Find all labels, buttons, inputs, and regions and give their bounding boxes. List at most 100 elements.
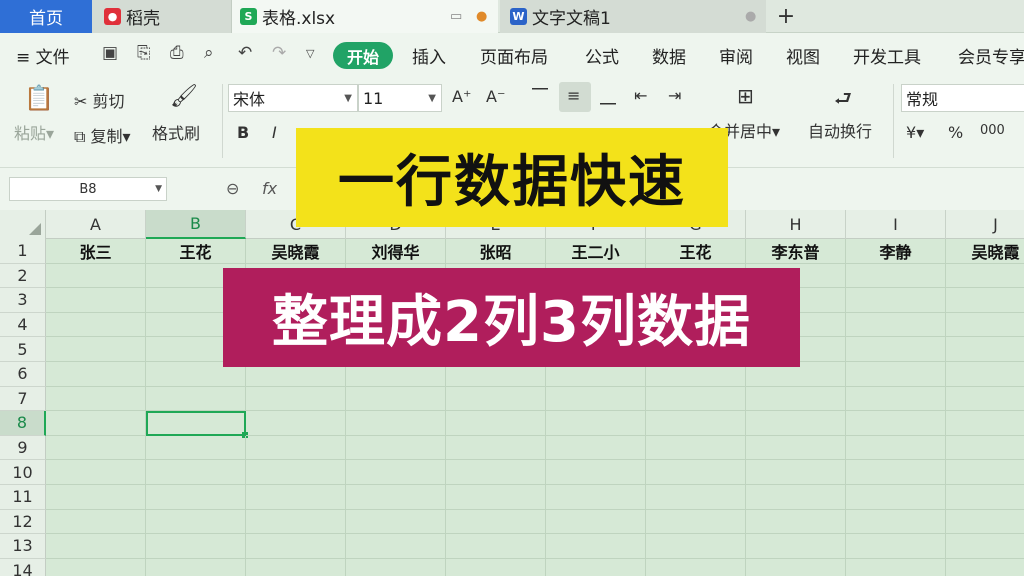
cell[interactable] bbox=[946, 264, 1024, 289]
indent-decrease-icon[interactable]: ⇤ bbox=[634, 86, 647, 105]
cell[interactable] bbox=[446, 509, 546, 535]
row-header-7[interactable]: 7 bbox=[0, 386, 46, 412]
cell[interactable] bbox=[446, 386, 546, 412]
cell[interactable] bbox=[46, 534, 146, 559]
row-header-6[interactable]: 6 bbox=[0, 362, 46, 387]
format-painter-button[interactable]: 格式刷 bbox=[152, 120, 200, 144]
cell[interactable] bbox=[946, 411, 1024, 436]
thousands-icon[interactable]: 000 bbox=[980, 123, 1005, 138]
percent-button[interactable]: % bbox=[948, 123, 963, 142]
cell[interactable] bbox=[746, 558, 846, 576]
cell[interactable] bbox=[646, 558, 746, 576]
menu-developer[interactable]: 开发工具 bbox=[853, 43, 921, 68]
cell[interactable] bbox=[846, 534, 946, 559]
redo-icon[interactable]: ↷ bbox=[272, 43, 286, 63]
number-format-select[interactable]: 常规 bbox=[901, 84, 1024, 112]
menu-insert[interactable]: 插入 bbox=[412, 43, 446, 68]
column-header-j[interactable]: J bbox=[946, 210, 1024, 239]
cell[interactable] bbox=[46, 312, 146, 338]
cell[interactable] bbox=[446, 534, 546, 559]
row-header-10[interactable]: 10 bbox=[0, 460, 46, 485]
more-icon[interactable]: ▽ bbox=[306, 47, 314, 60]
cell[interactable] bbox=[546, 411, 646, 436]
cell[interactable] bbox=[246, 509, 346, 535]
cell[interactable] bbox=[146, 460, 246, 485]
row-header-13[interactable]: 13 bbox=[0, 534, 46, 559]
cell[interactable] bbox=[246, 485, 346, 510]
cell[interactable] bbox=[346, 509, 446, 535]
tab-home[interactable]: 首页 bbox=[0, 0, 92, 33]
currency-button[interactable]: ¥▾ bbox=[906, 123, 924, 142]
row-header-2[interactable]: 2 bbox=[0, 263, 46, 289]
cell[interactable] bbox=[246, 386, 346, 412]
cell[interactable] bbox=[546, 435, 646, 461]
save-icon[interactable]: ▣ bbox=[102, 43, 118, 63]
cell[interactable] bbox=[946, 362, 1024, 387]
paste-icon[interactable]: 📋 bbox=[24, 84, 54, 112]
select-all-corner[interactable] bbox=[0, 210, 46, 239]
font-size-select[interactable]: 11 ▼ bbox=[358, 84, 442, 112]
print-preview-icon[interactable]: ⌕ bbox=[204, 43, 214, 63]
cell[interactable] bbox=[846, 288, 946, 313]
row-header-3[interactable]: 3 bbox=[0, 288, 46, 313]
cell[interactable] bbox=[46, 411, 146, 436]
cell[interactable] bbox=[346, 435, 446, 461]
cell[interactable] bbox=[146, 558, 246, 576]
increase-font-icon[interactable]: A⁺ bbox=[452, 87, 471, 106]
row-header-4[interactable]: 4 bbox=[0, 312, 46, 338]
cell[interactable] bbox=[446, 485, 546, 510]
cell[interactable] bbox=[846, 411, 946, 436]
cell[interactable]: 王花 bbox=[646, 239, 746, 264]
cell[interactable] bbox=[946, 436, 1024, 461]
cell[interactable] bbox=[846, 558, 946, 576]
cell[interactable]: 张三 bbox=[46, 239, 146, 264]
cell[interactable] bbox=[346, 558, 446, 576]
cell[interactable] bbox=[146, 485, 246, 510]
indent-increase-icon[interactable]: ⇥ bbox=[668, 86, 681, 105]
italic-icon[interactable]: I bbox=[272, 123, 277, 142]
cell[interactable] bbox=[646, 534, 746, 559]
cell[interactable] bbox=[846, 386, 946, 412]
cell[interactable] bbox=[646, 411, 746, 436]
cell[interactable] bbox=[746, 485, 846, 510]
cell[interactable] bbox=[346, 411, 446, 436]
align-bottom-icon[interactable]: ⎽ bbox=[600, 86, 616, 106]
cell[interactable] bbox=[146, 509, 246, 535]
cell[interactable] bbox=[946, 534, 1024, 559]
row-header-1[interactable]: 1 bbox=[0, 239, 46, 264]
column-header-i[interactable]: I bbox=[846, 210, 946, 239]
cell[interactable] bbox=[646, 386, 746, 412]
cell[interactable]: 吴晓霞 bbox=[246, 239, 346, 264]
cell[interactable] bbox=[746, 386, 846, 412]
cell[interactable] bbox=[46, 509, 146, 535]
cell[interactable] bbox=[846, 509, 946, 535]
column-header-a[interactable]: A bbox=[46, 210, 146, 239]
cell[interactable] bbox=[46, 485, 146, 510]
merge-icon[interactable]: ⊞ bbox=[737, 84, 754, 108]
cell[interactable] bbox=[546, 386, 646, 412]
menu-data[interactable]: 数据 bbox=[652, 43, 686, 68]
cell[interactable] bbox=[46, 263, 146, 289]
cell[interactable] bbox=[846, 435, 946, 461]
cell[interactable] bbox=[446, 435, 546, 461]
active-cell[interactable] bbox=[146, 411, 246, 436]
wrap-text-button[interactable]: 自动换行 bbox=[808, 118, 872, 142]
cell[interactable] bbox=[46, 435, 146, 461]
print-icon[interactable]: ⎙ bbox=[170, 43, 184, 63]
cell[interactable] bbox=[246, 435, 346, 461]
menu-review[interactable]: 审阅 bbox=[719, 43, 753, 68]
cell[interactable] bbox=[446, 460, 546, 485]
brush-icon[interactable]: 🖌 bbox=[170, 84, 198, 109]
cell[interactable] bbox=[546, 558, 646, 576]
row-header-12[interactable]: 12 bbox=[0, 509, 46, 535]
wrap-icon[interactable]: ⮐ bbox=[834, 84, 852, 118]
cell[interactable] bbox=[646, 509, 746, 535]
cell[interactable]: 王花 bbox=[146, 239, 246, 264]
cell[interactable] bbox=[646, 460, 746, 485]
cell[interactable] bbox=[546, 509, 646, 535]
cell[interactable] bbox=[946, 288, 1024, 313]
cell[interactable] bbox=[946, 337, 1024, 362]
cell[interactable] bbox=[946, 313, 1024, 338]
tab-daoke[interactable]: ● 稻壳 bbox=[92, 0, 232, 33]
cell[interactable] bbox=[46, 460, 146, 485]
